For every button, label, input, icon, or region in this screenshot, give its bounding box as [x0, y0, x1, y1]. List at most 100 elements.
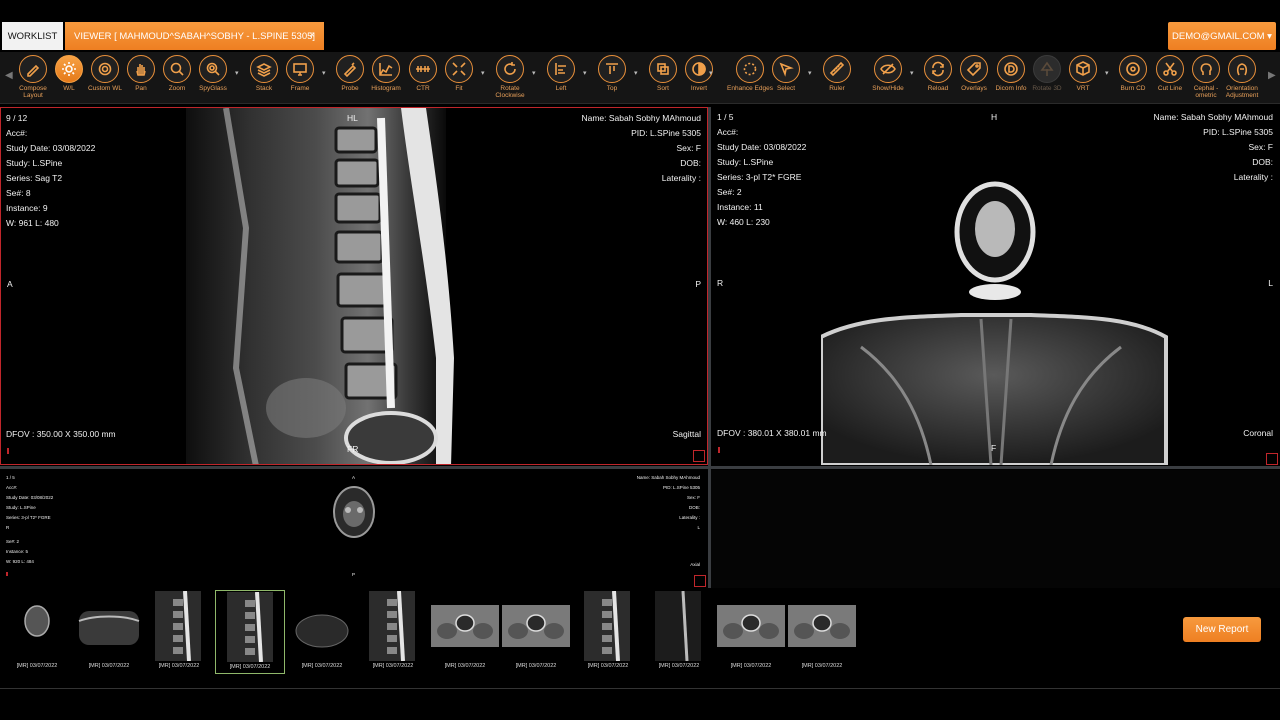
series-thumbnail[interactable]: [MR] 03/07/2022	[144, 590, 214, 674]
orientation-left: R	[6, 525, 10, 530]
viewport-corner-handle[interactable]	[1266, 453, 1278, 465]
dropdown-chevron-icon[interactable]: ▾	[583, 69, 587, 77]
series-thumbnail[interactable]: [MR] 03/07/2022	[215, 590, 285, 674]
viewport-divider-vertical[interactable]	[708, 107, 711, 588]
tool-fit[interactable]: Fit	[436, 55, 482, 92]
overlay-top-left: 1 / 5 Acc#: Study Date: 03/08/2022 Study…	[6, 473, 53, 567]
viewport-corner-handle[interactable]	[693, 450, 705, 462]
series-thumbnail[interactable]: [MR] 03/07/2022	[2, 590, 72, 674]
series-thumbnail[interactable]: [MR] 03/07/2022	[787, 590, 857, 674]
dropdown-chevron-icon[interactable]: ▾	[1105, 69, 1109, 77]
thumbnail-image	[145, 591, 213, 661]
dropdown-chevron-icon[interactable]: ▾	[235, 69, 239, 77]
dropdown-chevron-icon[interactable]: ▾	[481, 69, 485, 77]
study-name: Study: L.SPine	[6, 158, 63, 168]
acc-number: Acc#:	[6, 128, 28, 138]
scissors-icon	[1156, 55, 1184, 83]
series-thumbnail[interactable]: [MR] 03/07/2022	[644, 590, 714, 674]
viewport-axial[interactable]: 1 / 5 Acc#: Study Date: 03/08/2022 Study…	[0, 470, 708, 588]
series-number: Se#: 2	[6, 539, 20, 544]
tool-spyglass[interactable]: SpyGlass	[190, 55, 236, 92]
series-name: Series: Sag T2	[6, 173, 63, 183]
zoom-icon	[163, 55, 191, 83]
viewport-divider-horizontal[interactable]	[0, 466, 1280, 469]
tool-invert[interactable]: Invert	[676, 55, 722, 92]
series-thumbnail[interactable]: [MR] 03/07/2022	[430, 590, 500, 674]
series-thumbnail[interactable]: [MR] 03/07/2022	[358, 590, 428, 674]
series-thumbnail[interactable]: [MR] 03/07/2022	[501, 590, 571, 674]
instance-number: Instance: 9	[6, 203, 48, 213]
series-thumbnail[interactable]: [MR] 03/07/2022	[716, 590, 786, 674]
new-report-button[interactable]: New Report	[1183, 617, 1261, 642]
tool-show-hide[interactable]: Show/Hide	[865, 55, 911, 92]
thumbnail-image	[502, 591, 570, 661]
tool-left[interactable]: Left	[538, 55, 584, 92]
series-thumbnail[interactable]: [MR] 03/07/2022	[74, 590, 144, 674]
thumbnail-image	[574, 591, 642, 661]
viewport-corner-handle[interactable]	[694, 575, 706, 587]
eye-slash-icon	[874, 55, 902, 83]
thumbnail-image	[288, 591, 356, 661]
tab-viewer-label: VIEWER [ MAHMOUD^SABAH^SOBHY - L.SPINE 5…	[74, 30, 316, 42]
dropdown-chevron-icon[interactable]: ▾	[322, 69, 326, 77]
close-icon[interactable]: ×	[309, 30, 315, 41]
orientation-left: A	[7, 279, 13, 289]
pencil-icon	[19, 55, 47, 83]
patient-name: Name: Sabah Sobhy MAhmoud	[581, 113, 701, 123]
tab-worklist[interactable]: WORKLIST	[2, 22, 63, 50]
gear-icon	[91, 55, 119, 83]
tool-vrt[interactable]: VRT	[1060, 55, 1106, 92]
thumbnail-caption: [MR] 03/07/2022	[158, 663, 200, 669]
study-name: Study: L.SPine	[717, 157, 774, 167]
sun-icon	[55, 55, 83, 83]
tool-select[interactable]: Select	[763, 55, 809, 92]
dropdown-chevron-icon[interactable]: ▾	[808, 69, 812, 77]
align-top-icon	[598, 55, 626, 83]
tool-label: Top	[606, 85, 618, 92]
instance-number: Instance: 11	[717, 202, 763, 212]
series-thumbnail[interactable]: [MR] 03/07/2022	[287, 590, 357, 674]
tool-label: Show/Hide	[872, 85, 904, 92]
image-index: 1 / 5	[717, 112, 734, 122]
viewport-sagittal[interactable]: 9 / 12 Acc#: Study Date: 03/08/2022 Stud…	[0, 107, 708, 465]
dropdown-chevron-icon[interactable]: ▾	[709, 69, 713, 77]
tag-icon	[960, 55, 988, 83]
scroll-right-icon[interactable]: ▶	[1268, 70, 1276, 81]
series-name: Series: 3-pl T2* FGRE	[717, 172, 802, 182]
viewport-coronal[interactable]: 1 / 5 Acc#: Study Date: 03/08/2022 Study…	[711, 107, 1280, 465]
tree-icon	[1033, 55, 1061, 83]
thumbnail-image	[431, 591, 499, 661]
thumbnail-image	[217, 592, 285, 662]
rotate-icon	[496, 55, 524, 83]
thumbnail-caption: [MR] 03/07/2022	[301, 663, 343, 669]
orientation-bottom: F	[991, 443, 997, 453]
dropdown-chevron-icon[interactable]: ▾	[532, 69, 536, 77]
thumbnail-caption: [MR] 03/07/2022	[444, 663, 486, 669]
dropdown-chevron-icon[interactable]: ▾	[634, 69, 638, 77]
tool-orientation-adjustment[interactable]: Orientation Adjustment	[1219, 55, 1265, 99]
patient-dob: DOB:	[688, 505, 700, 510]
tool-rotate-clockwise[interactable]: Rotate Clockwise	[487, 55, 533, 99]
series-thumbnail[interactable]: [MR] 03/07/2022	[573, 590, 643, 674]
orientation-right: L	[697, 525, 700, 530]
patient-sex: Sex: F	[676, 143, 701, 153]
image-index: 1 / 5	[6, 475, 15, 480]
tool-ruler[interactable]: Ruler	[814, 55, 860, 92]
histogram-icon	[372, 55, 400, 83]
tab-viewer[interactable]: VIEWER [ MAHMOUD^SABAH^SOBHY - L.SPINE 5…	[65, 22, 324, 50]
patient-id: PID: L.SPine 5305	[662, 485, 700, 490]
tool-label: Fit	[455, 85, 463, 92]
dropdown-chevron-icon[interactable]: ▾	[910, 69, 914, 77]
patient-sex: Sex: F	[1248, 142, 1273, 152]
image-index: 9 / 12	[6, 113, 28, 123]
tool-frame[interactable]: Frame	[277, 55, 323, 92]
acc-number: Acc#:	[6, 485, 18, 490]
user-menu-button[interactable]: DEMO@GMAIL.COM ▾	[1168, 22, 1276, 50]
enhance-icon	[736, 55, 764, 83]
hand-icon	[127, 55, 155, 83]
viewport-empty[interactable]	[711, 470, 1280, 588]
toolbar: ◀ ▶ Compose Layout W/L Custom WL Pan Zoom Spy…	[0, 52, 1280, 104]
tool-top[interactable]: Top	[589, 55, 635, 92]
tool-label: Select	[776, 85, 796, 92]
study-date: Study Date: 03/08/2022	[6, 143, 96, 153]
